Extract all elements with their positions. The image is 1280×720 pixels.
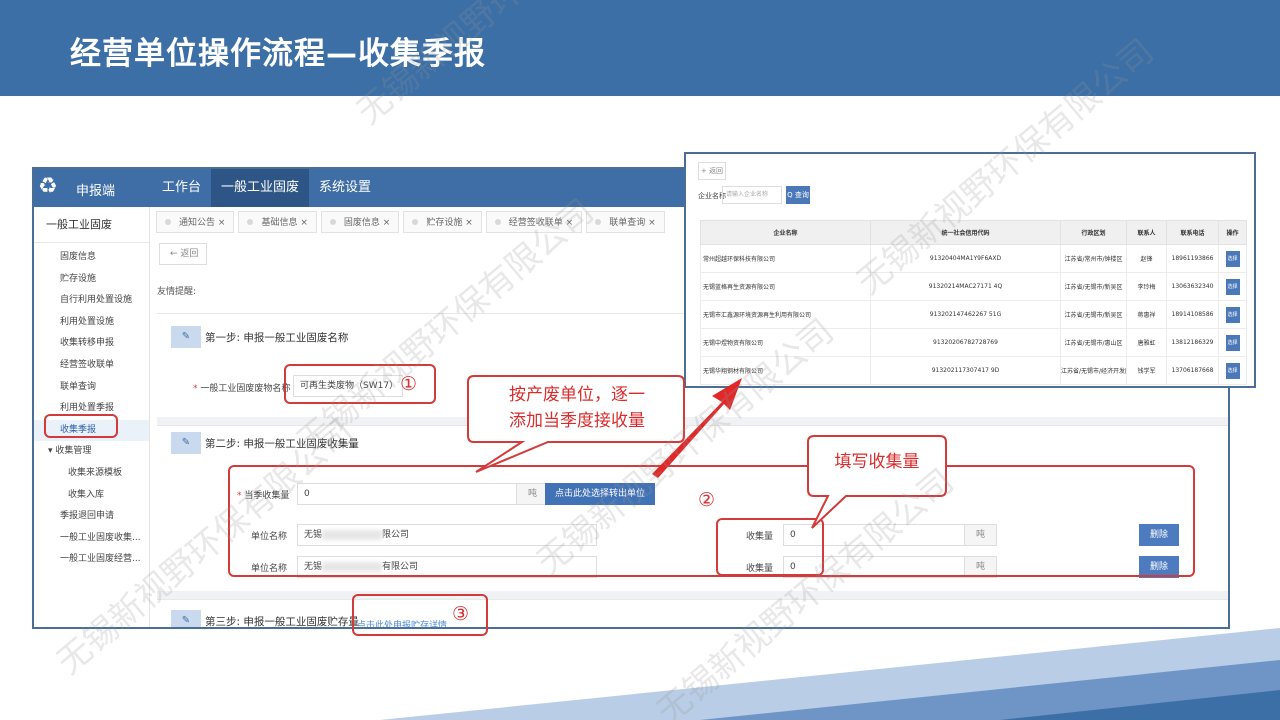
callout1-line2: 添加当季度接收量	[509, 411, 645, 431]
callout1-line1: 按产废单位，逐一	[509, 385, 645, 405]
callout-add-quarterly-qty: 按产废单位，逐一 添加当季度接收量	[476, 382, 678, 434]
callout-shapes	[467, 375, 947, 529]
callout-fill-amount: 填写收集量	[834, 452, 920, 472]
